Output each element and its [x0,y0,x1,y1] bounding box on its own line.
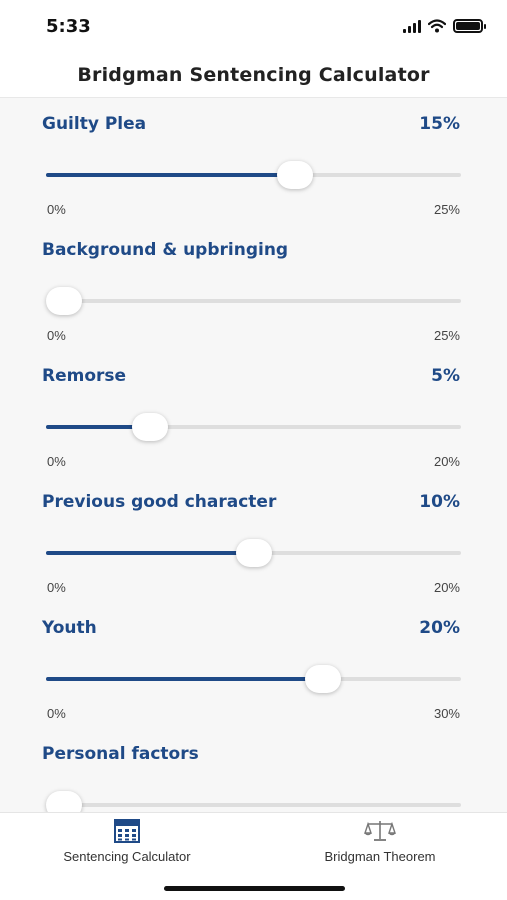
factor-guilty-plea: Guilty Plea 15% 0% 25% [0,98,507,224]
slider-thumb[interactable] [277,161,313,189]
factor-value: 10% [419,492,460,512]
home-indicator [164,886,345,891]
range-max: 30% [433,706,460,721]
cellular-signal-icon [403,19,421,33]
guilty-plea-slider[interactable] [46,160,461,190]
slider-thumb[interactable] [304,665,341,693]
range-max: 25% [433,328,460,343]
factor-label: Personal factors [42,744,199,764]
remorse-slider[interactable] [46,412,461,442]
range-max: 20% [433,454,460,469]
factor-remorse: Remorse 5% 0% 20% [0,350,507,476]
factor-previous-good-character: Previous good character 10% 0% 20% [0,476,507,602]
tab-sentencing-calculator[interactable]: Sentencing Calculator [27,819,227,873]
range-min: 0% [47,202,66,217]
range-min: 0% [47,580,66,595]
slider-fill [46,173,295,177]
tab-bridgman-theorem[interactable]: Bridgman Theorem [280,819,480,873]
factor-label: Background & upbringing [42,240,289,260]
factors-list[interactable]: Guilty Plea 15% 0% 25% Background & upbr… [0,98,507,812]
battery-icon [453,19,486,33]
range-min: 0% [47,706,66,721]
factor-label: Guilty Plea [42,114,147,134]
factor-background-upbringing: Background & upbringing 0% 25% [0,224,507,350]
slider-fill [46,551,254,555]
range-max: 20% [433,580,460,595]
slider-thumb[interactable] [46,791,82,812]
status-icons [403,18,486,34]
slider-track [46,299,461,303]
tab-label: Bridgman Theorem [324,849,436,864]
scales-icon [364,821,396,841]
slider-track [46,803,461,807]
personal-factors-slider[interactable] [46,790,461,812]
factor-value: 20% [419,618,460,638]
slider-fill [46,677,323,681]
background-upbringing-slider[interactable] [46,286,461,316]
factor-label: Remorse [42,366,127,386]
range-min: 0% [47,328,66,343]
wifi-icon [428,19,446,33]
tab-label: Sentencing Calculator [63,849,191,864]
slider-thumb[interactable] [131,413,168,441]
status-bar: 5:33 [0,0,507,52]
page-title: Bridgman Sentencing Calculator [77,64,430,86]
factor-personal-factors: Personal factors [0,728,507,812]
range-max: 25% [433,202,460,217]
factor-value: 15% [419,114,460,134]
app-header: Bridgman Sentencing Calculator [0,52,507,98]
status-time: 5:33 [46,16,91,37]
range-min: 0% [47,454,66,469]
previous-good-character-slider[interactable] [46,538,461,568]
factor-youth: Youth 20% 0% 30% [0,602,507,728]
slider-thumb[interactable] [46,287,82,315]
factor-label: Youth [42,618,97,638]
factor-label: Previous good character [42,492,277,512]
youth-slider[interactable] [46,664,461,694]
slider-thumb[interactable] [235,539,272,567]
calculator-icon [114,819,140,843]
factor-value: 5% [431,366,460,386]
